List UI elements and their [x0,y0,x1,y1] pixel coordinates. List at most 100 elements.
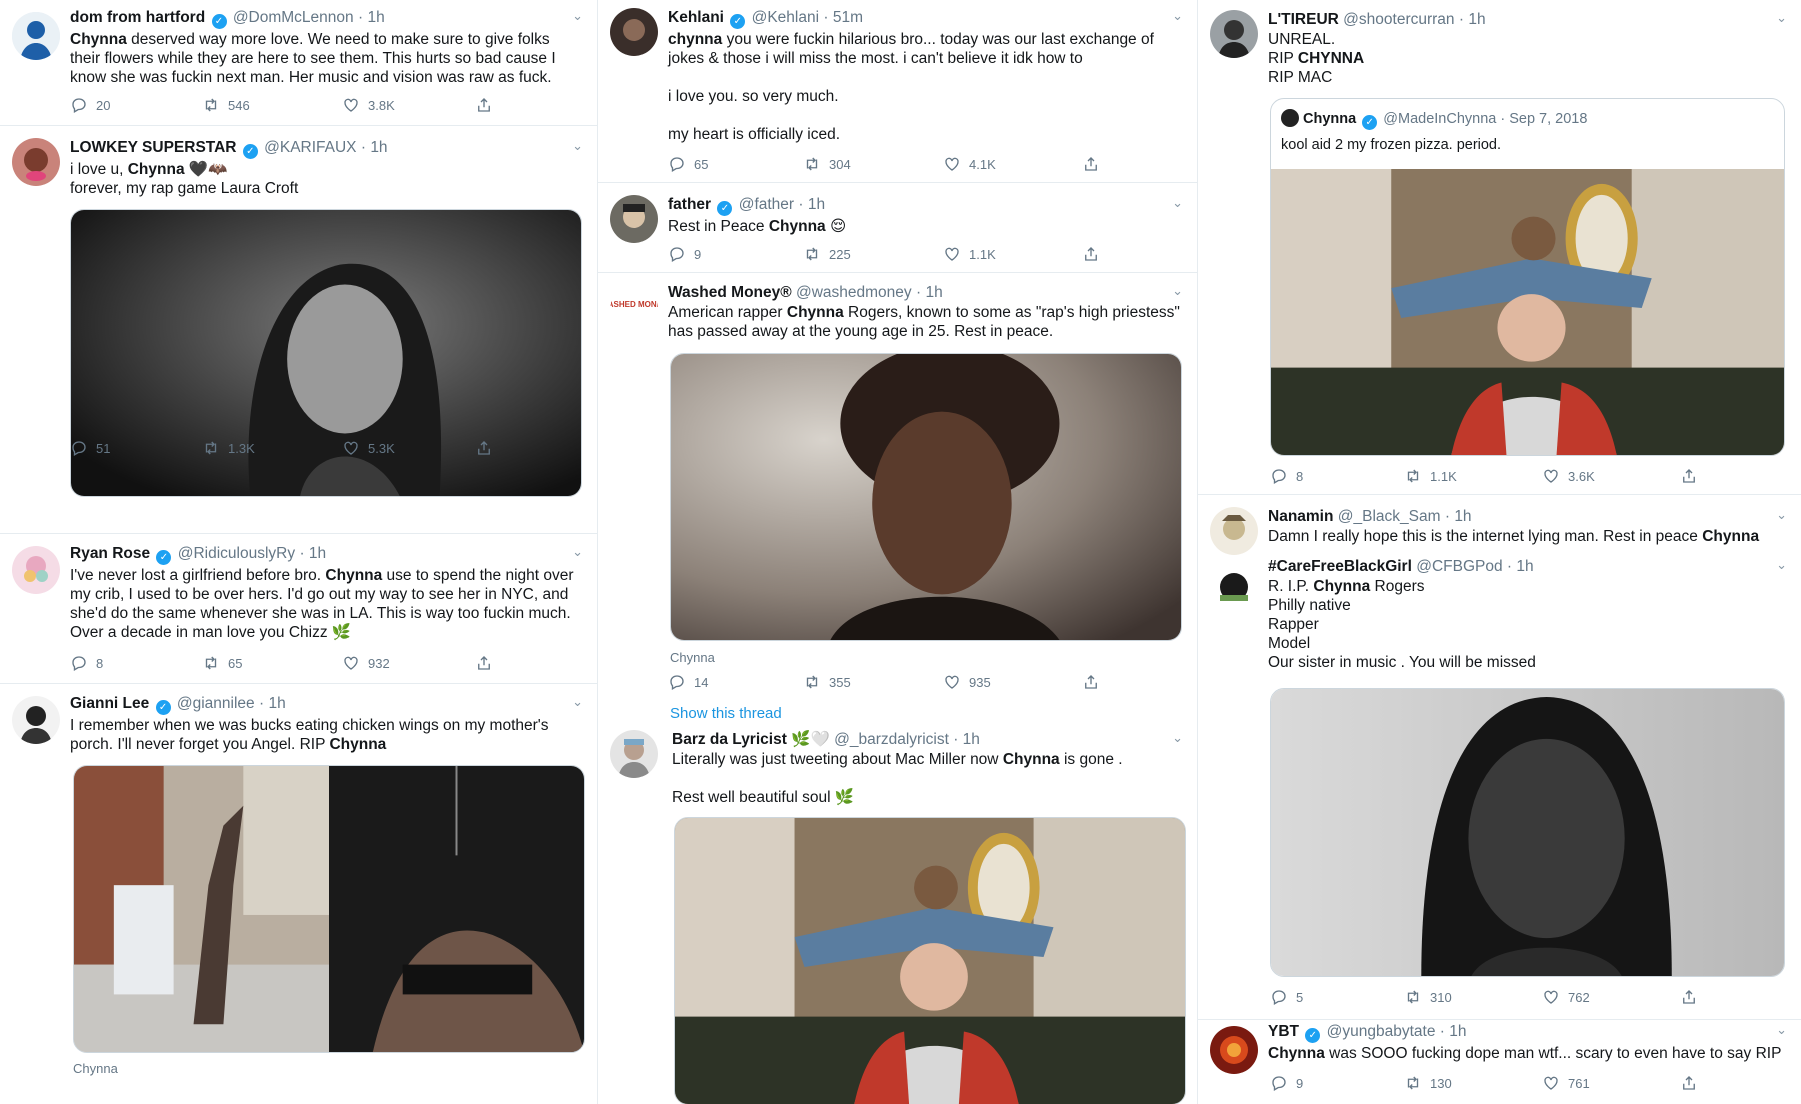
reply-button[interactable]: 51 [70,439,110,457]
chevron-down-icon[interactable]: ⌄ [1776,507,1787,523]
display-name[interactable]: YBT [1268,1023,1299,1040]
like-button[interactable]: 4.1K [943,155,996,173]
display-name[interactable]: Nanamin [1268,508,1333,525]
chevron-down-icon[interactable]: ⌄ [1172,283,1183,299]
chevron-down-icon[interactable]: ⌄ [1172,8,1183,24]
timestamp[interactable]: 1h [370,139,387,156]
retweet-button[interactable]: 1.3K [202,439,255,457]
reply-button[interactable]: 8 [70,654,103,672]
show-thread-link[interactable]: Show this thread [670,705,782,722]
chevron-down-icon[interactable]: ⌄ [1172,195,1183,211]
timestamp[interactable]: 1h [268,695,285,712]
retweet-button[interactable]: 1.1K [1404,467,1457,485]
avatar[interactable] [610,730,658,778]
chevron-down-icon[interactable]: ⌄ [572,544,583,560]
reply-button[interactable]: 5 [1270,988,1303,1006]
tweet[interactable]: YBT ✓ @yungbabytate · 1h ⌄ Chynna was SO… [1198,1020,1801,1104]
display-name[interactable]: LOWKEY SUPERSTAR [70,139,237,156]
display-name[interactable]: Washed Money® [668,284,792,301]
like-button[interactable]: 3.8K [342,96,395,114]
tweet[interactable]: Barz da Lyricist 🌿🤍 @_barzdalyricist · 1… [598,725,1197,1104]
share-button[interactable] [1680,467,1698,485]
tweet-photo[interactable] [674,817,1186,1104]
tweet[interactable]: Gianni Lee ✓ @giannilee · 1h ⌄ I remembe… [0,684,597,1104]
chevron-down-icon[interactable]: ⌄ [1776,557,1787,573]
tweet[interactable]: WASHED MONEY Washed Money® @washedmoney … [598,273,1197,725]
avatar[interactable] [1210,10,1258,58]
handle[interactable]: @CFBGPod [1416,558,1502,575]
retweet-button[interactable]: 355 [803,673,851,691]
chevron-down-icon[interactable]: ⌄ [572,8,583,24]
timestamp[interactable]: 1h [1454,508,1471,525]
tweet[interactable]: LOWKEY SUPERSTAR ✓ @KARIFAUX · 1h ⌄ i lo… [0,126,597,534]
quoted-tweet[interactable]: Chynna ✓ @MadeInChynna · Sep 7, 2018 koo… [1270,98,1785,456]
avatar[interactable] [12,12,60,60]
share-button[interactable] [1082,155,1100,173]
tweet-photo[interactable] [670,353,1182,641]
timestamp[interactable]: 51m [833,9,863,26]
display-name[interactable]: L'TIREUR [1268,11,1339,28]
like-button[interactable]: 932 [342,654,390,672]
tweet[interactable]: #CareFreeBlackGirl @CFBGPod · 1h ⌄ R. I.… [1198,555,1801,1020]
avatar[interactable] [12,546,60,594]
tweet-photo[interactable] [73,765,585,1053]
share-button[interactable] [1680,1074,1698,1092]
avatar[interactable] [12,138,60,186]
like-button[interactable]: 5.3K [342,439,395,457]
avatar[interactable]: WASHED MONEY [610,285,658,333]
timestamp[interactable]: 1h [309,545,326,562]
timestamp[interactable]: 1h [1468,11,1485,28]
like-button[interactable]: 762 [1542,988,1590,1006]
timestamp[interactable]: 1h [808,196,825,213]
handle[interactable]: @_barzdalyricist [834,731,949,748]
share-button[interactable] [1680,988,1698,1006]
retweet-button[interactable]: 546 [202,96,250,114]
chevron-down-icon[interactable]: ⌄ [572,694,583,710]
avatar[interactable] [610,195,658,243]
avatar[interactable] [610,8,658,56]
tweet[interactable]: L'TIREUR @shootercurran · 1h ⌄ UNREAL. R… [1198,0,1801,495]
tweet[interactable]: father ✓ @father · 1h ⌄ Rest in Peace Ch… [598,183,1197,273]
display-name[interactable]: #CareFreeBlackGirl [1268,558,1412,575]
share-button[interactable] [475,654,493,672]
tweet-photo[interactable] [1270,688,1785,977]
quoted-timestamp[interactable]: Sep 7, 2018 [1509,111,1587,127]
handle[interactable]: @DomMcLennon [233,9,354,26]
like-button[interactable]: 761 [1542,1074,1590,1092]
handle[interactable]: @Kehlani [752,9,819,26]
display-name[interactable]: Barz da Lyricist [672,731,787,748]
retweet-button[interactable]: 304 [803,155,851,173]
handle[interactable]: @KARIFAUX [264,139,356,156]
handle[interactable]: @_Black_Sam [1338,508,1441,525]
tweet[interactable]: Nanamin @_Black_Sam · 1h ⌄ Damn I really… [1198,495,1801,555]
tweet[interactable]: Kehlani ✓ @Kehlani · 51m ⌄ chynna you we… [598,0,1197,183]
handle[interactable]: @washedmoney [796,284,912,301]
display-name[interactable]: Ryan Rose [70,545,150,562]
timestamp[interactable]: 1h [963,731,980,748]
handle[interactable]: @father [739,196,794,213]
like-button[interactable]: 1.1K [943,245,996,263]
handle[interactable]: @yungbabytate [1327,1023,1436,1040]
timestamp[interactable]: 1h [367,9,384,26]
chevron-down-icon[interactable]: ⌄ [1172,730,1183,746]
retweet-button[interactable]: 65 [202,654,242,672]
reply-button[interactable]: 65 [668,155,708,173]
tweet[interactable]: dom from hartford ✓ @DomMcLennon · 1h ⌄ … [0,0,597,126]
handle[interactable]: @giannilee [177,695,255,712]
reply-button[interactable]: 9 [1270,1074,1303,1092]
timestamp[interactable]: 1h [1516,558,1533,575]
handle[interactable]: @shootercurran [1343,11,1454,28]
reply-button[interactable]: 8 [1270,467,1303,485]
retweet-button[interactable]: 225 [803,245,851,263]
chevron-down-icon[interactable]: ⌄ [1776,10,1787,26]
avatar[interactable] [1210,1026,1258,1074]
share-button[interactable] [1082,245,1100,263]
share-button[interactable] [475,96,493,114]
avatar[interactable] [1210,565,1258,613]
display-name[interactable]: Kehlani [668,9,724,26]
avatar[interactable] [1210,507,1258,555]
quoted-tweet-photo[interactable] [1271,169,1784,455]
quoted-display-name[interactable]: Chynna [1303,111,1356,127]
like-button[interactable]: 935 [943,673,991,691]
like-button[interactable]: 3.6K [1542,467,1595,485]
